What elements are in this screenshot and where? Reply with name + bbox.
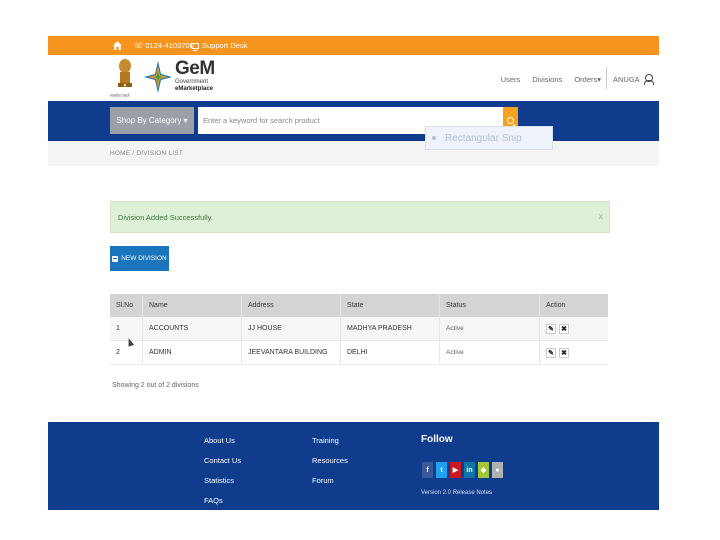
monitor-icon [191,42,199,51]
new-division-label: NEW DIVISION [121,255,167,262]
shop-by-category-button[interactable]: Shop By Category ▾ [110,107,194,134]
nav-divider [606,67,607,89]
gem-logo-icon[interactable] [144,59,172,95]
header-slno: Sl.No [110,294,143,317]
cell-name: ACCOUNTS [143,317,242,340]
user-menu[interactable]: ANUGA [613,74,654,85]
cell-slno: 2 [110,341,143,364]
facebook-icon[interactable]: f [422,462,433,478]
footer-links-1: About Us Contact Us Statistics FAQs [204,436,241,505]
header-action: Action [546,302,566,309]
footer-statistics[interactable]: Statistics [204,476,241,485]
gem-logo-subtitle-2: eMarketplace [175,86,214,92]
header-status: Status [440,294,540,317]
footer-training[interactable]: Training [312,436,348,445]
linkedin-icon[interactable]: in [464,462,475,478]
site-header: सत्यमेव जयते GeM Government eMarketplace… [48,55,659,101]
footer-about-us[interactable]: About Us [204,436,241,445]
version-release-notes[interactable]: Version 2.0 Release Notes [421,490,492,496]
header-name: Name [143,294,242,317]
alert-close-button[interactable]: x [599,211,604,221]
header-state: State [341,294,440,317]
table-row: 2 ADMIN JEEVANTARA BUILDING DELHI Active… [110,341,608,365]
breadcrumb-band: HOME / DIVISION LIST [48,141,659,166]
top-bar: ☏ 0124-4103700 Support Desk [48,36,659,55]
header-address: Address [242,294,341,317]
footer-forum[interactable]: Forum [312,476,348,485]
snip-icon [432,136,436,140]
emblem-caption: सत्यमेव जयते [110,93,130,98]
cell-address: JEEVANTARA BUILDING [242,341,341,364]
table-header: Sl.No Name Address State Status Action [110,294,608,317]
footer-resources[interactable]: Resources [312,456,348,465]
gem-logo-title: GeM [175,58,215,79]
division-table: Sl.No Name Address State Status Action 1… [110,294,608,365]
footer-links-2: Training Resources Forum [312,436,348,485]
apple-icon[interactable]: ● [492,462,503,478]
cell-status: Active [440,341,540,364]
nav-divisions[interactable]: Divisions [532,75,562,84]
new-division-button[interactable]: NEW DIVISION [110,246,169,271]
phone-number: ☏ 0124-4103700 [134,41,194,50]
site-footer: About Us Contact Us Statistics FAQs Trai… [48,422,659,510]
cell-action: ✎ ✖ [540,341,608,364]
phone-icon: ☏ [134,41,144,50]
rectangular-snip-overlay[interactable]: Rectangular Snip [425,126,553,150]
breadcrumb: HOME / DIVISION LIST [110,150,183,157]
success-alert: Division Added Successfully. x [110,201,610,233]
cell-status: Active [440,317,540,340]
table-row: 1 ACCOUNTS JJ HOUSE MADHYA PRADESH Activ… [110,317,608,341]
cell-state: DELHI [341,341,440,364]
delete-icon[interactable]: ✖ [559,347,569,358]
snip-label: Rectangular Snip [445,132,522,144]
footer-faqs[interactable]: FAQs [204,496,241,505]
android-icon[interactable]: ◆ [478,462,489,478]
edit-icon[interactable]: ✎ [546,347,556,358]
add-icon [112,255,119,262]
nav-users[interactable]: Users [501,75,521,84]
youtube-icon[interactable]: ▶ [450,462,461,478]
alert-message: Division Added Successfully. [118,212,213,222]
home-icon[interactable] [112,40,123,51]
follow-title: Follow [421,434,453,445]
cell-state: MADHYA PRADESH [341,317,440,340]
cell-slno: 1 [110,317,143,340]
delete-icon[interactable]: ✖ [559,323,569,334]
search-band: Shop By Category ▾ [48,101,659,141]
main-nav: Users Divisions Orders▾ ANUGA [501,67,654,89]
nav-orders[interactable]: Orders▾ [574,75,601,84]
username: ANUGA [613,74,640,84]
national-emblem-icon [118,59,132,87]
cell-address: JJ HOUSE [242,317,341,340]
cell-action: ✎ ✖ [540,317,608,340]
footer-contact-us[interactable]: Contact Us [204,456,241,465]
cell-name: ADMIN [143,341,242,364]
user-icon [643,74,654,85]
search-icon [507,117,514,124]
support-desk-link[interactable]: Support Desk [191,41,247,51]
twitter-icon[interactable]: t [436,462,447,478]
edit-icon[interactable]: ✎ [546,323,556,334]
gem-logo-subtitle: Government [175,79,209,85]
social-links: f t ▶ in ◆ ● [422,462,503,478]
